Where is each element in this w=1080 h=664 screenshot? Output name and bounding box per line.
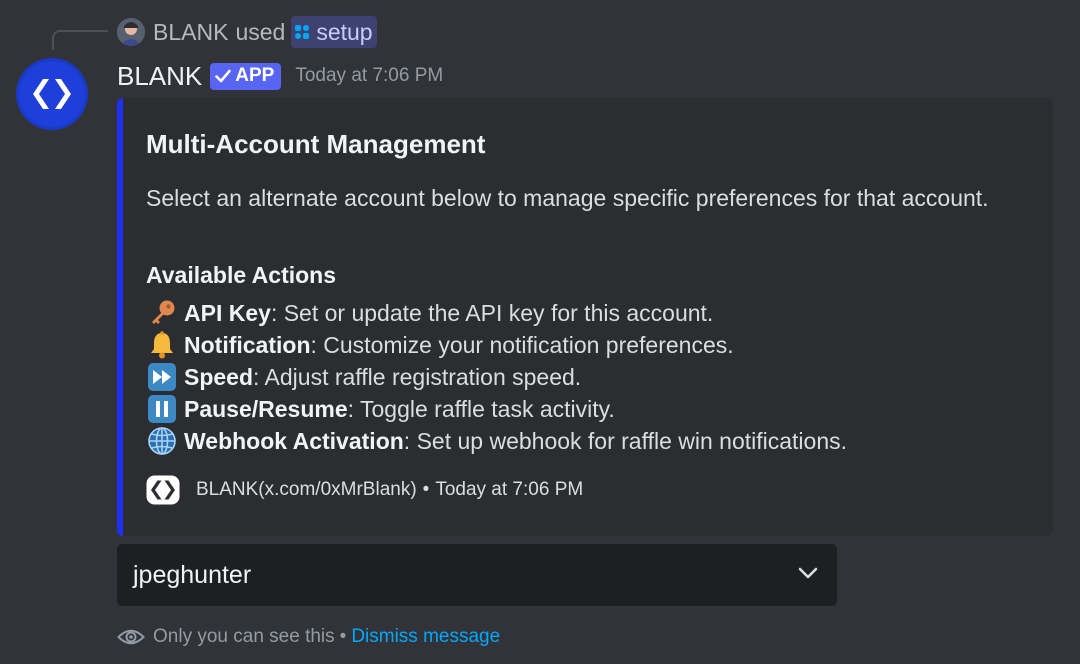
dismiss-message-link[interactable]: Dismiss message: [351, 626, 500, 648]
footer-timestamp: Today at 7:06 PM: [435, 479, 584, 500]
action-text: : Set or update the API key for this acc…: [270, 299, 714, 326]
account-select-value: jpeghunter: [133, 560, 252, 589]
fast-forward-icon: [146, 361, 178, 393]
embed-card: Multi-Account Management Select an alter…: [117, 98, 1053, 536]
action-item-webhook-activation: Webhook Activation: Set up webhook for r…: [146, 425, 847, 457]
app-tag: APP: [210, 62, 282, 90]
account-select[interactable]: jpeghunter: [117, 544, 837, 606]
action-item-api-key: API Key: Set or update the API key for t…: [146, 297, 847, 329]
embed-footer: BLANK(x.com/0xMrBlank) • Today at 7:06 P…: [146, 474, 583, 506]
footer-separator: •: [422, 479, 430, 500]
action-name: API Key: [184, 299, 271, 326]
reply-connector-line: [52, 30, 108, 50]
reply-used-text: used: [235, 18, 286, 45]
action-name: Pause/Resume: [184, 395, 348, 422]
actions-list: API Key: Set or update the API key for t…: [146, 297, 847, 457]
actions-heading: Available Actions: [146, 262, 337, 288]
footer-text: BLANK(x.com/0xMrBlank): [196, 479, 417, 500]
message-author[interactable]: BLANK: [117, 61, 202, 92]
footer-logo-icon: [146, 475, 180, 505]
action-text: : Customize your notification preference…: [310, 331, 734, 358]
action-name: Speed: [184, 363, 254, 390]
action-text: : Toggle raffle task activity.: [347, 395, 615, 422]
ephemeral-notice: Only you can see this • Dismiss message: [117, 623, 500, 651]
checkmark-icon: [215, 69, 232, 83]
reply-avatar[interactable]: [117, 18, 145, 46]
message-header: BLANK APP Today at 7:06 PM: [117, 60, 443, 92]
action-item-speed: Speed: Adjust raffle registration speed.: [146, 361, 847, 393]
reply-author[interactable]: BLANK: [153, 19, 228, 46]
reply-reference[interactable]: BLANK used setup: [117, 16, 377, 48]
action-text: : Set up webhook for raffle win notifica…: [403, 427, 848, 454]
pause-icon: [146, 393, 178, 425]
action-name: Webhook Activation: [184, 427, 404, 454]
embed-title: Multi-Account Management: [146, 129, 486, 159]
ephemeral-notice-text: Only you can see this: [153, 626, 335, 647]
bell-icon: [146, 329, 178, 361]
app-tag-label: APP: [235, 65, 275, 86]
key-icon: [146, 297, 178, 329]
action-text: : Adjust raffle registration speed.: [253, 363, 582, 390]
command-chip[interactable]: setup: [291, 16, 377, 48]
message-timestamp[interactable]: Today at 7:06 PM: [295, 65, 443, 87]
globe-icon: [146, 425, 178, 457]
command-name: setup: [316, 18, 373, 45]
embed-description: Select an alternate account below to man…: [146, 185, 989, 211]
action-item-notification: Notification: Customize your notificatio…: [146, 329, 847, 361]
bot-avatar[interactable]: [16, 58, 88, 130]
action-item-pause-resume: Pause/Resume: Toggle raffle task activit…: [146, 393, 847, 425]
slash-command-icon: [294, 24, 310, 40]
action-name: Notification: [184, 331, 311, 358]
chevron-down-icon: [797, 566, 819, 585]
notice-separator: •: [339, 626, 347, 647]
eye-icon: [117, 627, 145, 647]
blank-logo-icon: [33, 79, 71, 109]
